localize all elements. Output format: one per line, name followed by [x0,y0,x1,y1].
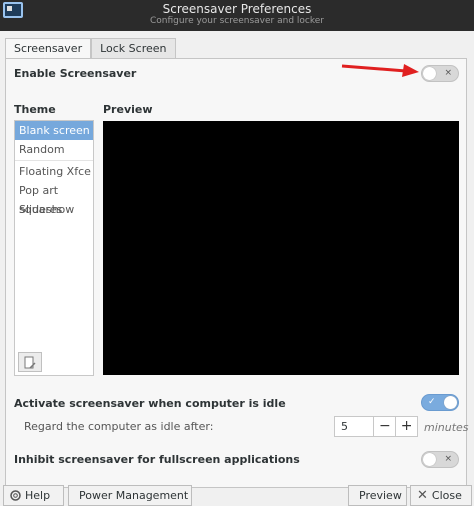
enable-screensaver-label: Enable Screensaver [14,67,137,80]
decrement-button[interactable]: − [373,417,395,436]
help-button-label: Help [25,489,51,502]
idle-minutes-input[interactable]: 5 [335,417,373,436]
list-separator [15,160,93,161]
enable-screensaver-toggle[interactable]: × [421,65,459,82]
annotation-arrow-icon [341,64,419,77]
theme-item-pop-art-squares[interactable]: Pop art squares [15,181,93,216]
theme-item-blank-screen[interactable]: Blank screen [15,121,93,140]
configure-theme-button[interactable] [18,352,42,372]
toggle-knob [444,396,457,409]
activate-idle-label: Activate screensaver when computer is id… [14,397,286,410]
inhibit-fullscreen-toggle[interactable]: × [421,451,459,468]
preview-area [103,121,459,375]
close-button-label: Close [431,489,462,502]
theme-item-slideshow[interactable]: Slideshow [15,200,93,219]
window-subtitle: Configure your screensaver and locker [149,16,324,26]
title-bar: Screensaver Preferences Configure your s… [0,0,474,31]
idle-time-label: Regard the computer as idle after: [24,420,214,433]
toggle-off-icon: × [444,454,452,464]
increment-button[interactable]: + [395,417,417,436]
theme-list: Blank screen Random Floating Xfce Pop ar… [14,120,94,376]
idle-unit-label: minutes [424,421,469,434]
theme-item-floating-xfce[interactable]: Floating Xfce [15,162,93,181]
power-management-button-label: Power Management [79,489,189,502]
help-icon [10,490,21,501]
window-title: Screensaver Preferences [162,2,312,16]
inhibit-fullscreen-label: Inhibit screensaver for fullscreen appli… [14,453,300,466]
tab-lock-screen[interactable]: Lock Screen [91,38,176,58]
theme-heading: Theme [14,103,56,116]
toggle-check-icon: ✓ [428,397,436,407]
idle-minutes-spinner: 5 − + [334,416,418,437]
close-icon: ✕ [417,488,428,503]
theme-item-random[interactable]: Random [15,140,93,159]
tab-screensaver[interactable]: Screensaver [5,38,92,59]
toggle-off-icon: × [444,68,452,78]
document-settings-icon [24,356,36,368]
toggle-knob [423,67,436,80]
preview-button-label: Preview [359,489,402,502]
preview-heading: Preview [103,103,153,116]
activate-idle-toggle[interactable]: ✓ [421,394,459,411]
toggle-knob [423,453,436,466]
tab-bar: Screensaver Lock Screen [5,38,176,59]
